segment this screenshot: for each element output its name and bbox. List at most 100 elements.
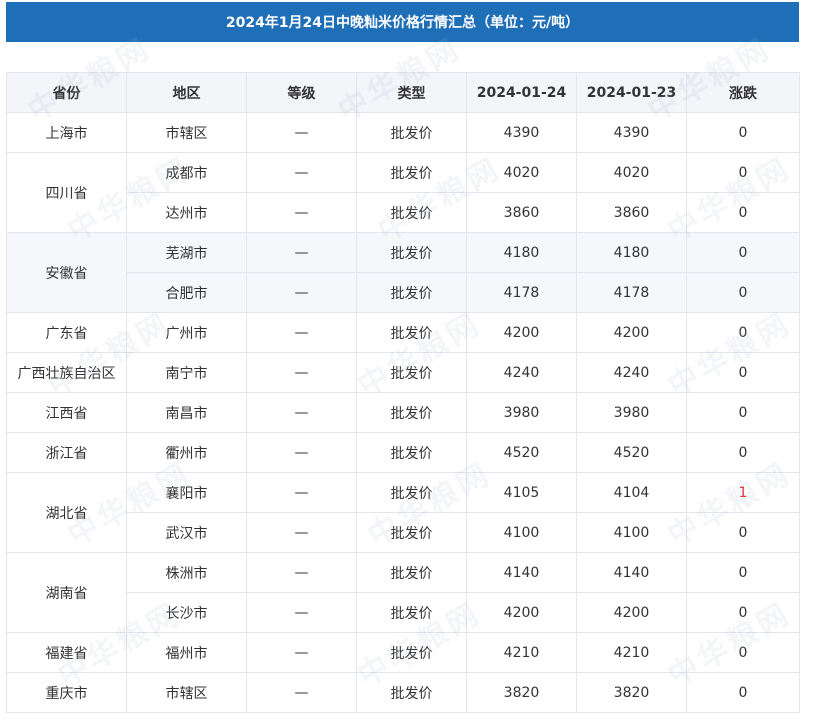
cell-type: 批发价: [356, 432, 467, 473]
cell-type: 批发价: [356, 672, 467, 713]
cell-grade: —: [246, 112, 357, 153]
page-title: 2024年1月24日中晚籼米价格行情汇总（单位：元/吨）: [225, 15, 580, 31]
cell-change: 0: [686, 672, 800, 713]
cell-region: 合肥市: [126, 272, 247, 313]
cell-price-prev: 4210: [576, 632, 687, 673]
cell-change: 0: [686, 312, 800, 353]
header-date-prev: 2024-01-23: [576, 72, 687, 113]
cell-price-prev: 4100: [576, 512, 687, 553]
cell-price-today: 4520: [466, 432, 577, 473]
header-region: 地区: [126, 72, 247, 113]
cell-grade: —: [246, 272, 357, 313]
cell-grade: —: [246, 472, 357, 513]
cell-price-prev: 4390: [576, 112, 687, 153]
cell-type: 批发价: [356, 352, 467, 393]
cell-province: 重庆市: [6, 672, 127, 713]
cell-province: 安徽省: [6, 232, 127, 313]
cell-region: 芜湖市: [126, 232, 247, 273]
cell-region: 南昌市: [126, 392, 247, 433]
cell-price-prev: 3980: [576, 392, 687, 433]
cell-grade: —: [246, 592, 357, 633]
cell-region: 达州市: [126, 192, 247, 233]
cell-price-today: 4200: [466, 312, 577, 353]
cell-price-today: 3820: [466, 672, 577, 713]
table-row: 四川省 成都市 — 批发价 4020 4020 0: [6, 152, 800, 233]
cell-grade: —: [246, 632, 357, 673]
cell-change: 0: [686, 592, 800, 633]
cell-price-today: 3980: [466, 392, 577, 433]
cell-province: 江西省: [6, 392, 127, 433]
cell-province: 四川省: [6, 152, 127, 233]
cell-change: 0: [686, 392, 800, 433]
cell-province: 浙江省: [6, 432, 127, 473]
cell-change: 0: [686, 552, 800, 593]
cell-change: 0: [686, 112, 800, 153]
table-body: 上海市 市辖区 — 批发价 4390 4390 0 四川省 成都市 — 批发价 4020 4020 0 达州…: [6, 112, 800, 713]
cell-type: 批发价: [356, 592, 467, 633]
cell-price-prev: 4180: [576, 232, 687, 273]
table-row: 湖北省 襄阳市 — 批发价 4105 4104 1: [6, 472, 800, 553]
cell-type: 批发价: [356, 552, 467, 593]
header-province: 省份: [6, 72, 127, 113]
cell-region: 衢州市: [126, 432, 247, 473]
cell-province: 广东省: [6, 312, 127, 353]
cell-region: 福州市: [126, 632, 247, 673]
cell-type: 批发价: [356, 112, 467, 153]
cell-change: 0: [686, 152, 800, 193]
cell-grade: —: [246, 432, 357, 473]
cell-price-prev: 4020: [576, 152, 687, 193]
cell-price-prev: 4200: [576, 312, 687, 353]
cell-grade: —: [246, 352, 357, 393]
cell-price-prev: 4200: [576, 592, 687, 633]
cell-grade: —: [246, 552, 357, 593]
cell-region: 武汉市: [126, 512, 247, 553]
cell-change: 0: [686, 232, 800, 273]
cell-change: 0: [686, 192, 800, 233]
cell-type: 批发价: [356, 272, 467, 313]
cell-grade: —: [246, 672, 357, 713]
cell-change: 1: [686, 472, 800, 513]
cell-price-prev: 4240: [576, 352, 687, 393]
cell-region: 襄阳市: [126, 472, 247, 513]
cell-price-prev: 4140: [576, 552, 687, 593]
cell-type: 批发价: [356, 152, 467, 193]
cell-region: 广州市: [126, 312, 247, 353]
header-grade: 等级: [246, 72, 357, 113]
cell-price-prev: 4520: [576, 432, 687, 473]
cell-type: 批发价: [356, 232, 467, 273]
cell-type: 批发价: [356, 392, 467, 433]
cell-price-today: 4020: [466, 152, 577, 193]
table-row: 江西省 南昌市 — 批发价 3980 3980 0: [6, 392, 800, 433]
cell-province: 湖南省: [6, 552, 127, 633]
table-row: 广西壮族自治区 南宁市 — 批发价 4240 4240 0: [6, 352, 800, 393]
cell-price-today: 4100: [466, 512, 577, 553]
cell-type: 批发价: [356, 512, 467, 553]
cell-change: 0: [686, 632, 800, 673]
cell-price-today: 4180: [466, 232, 577, 273]
table-row: 上海市 市辖区 — 批发价 4390 4390 0: [6, 112, 800, 153]
cell-price-today: 4390: [466, 112, 577, 153]
cell-price-today: 4178: [466, 272, 577, 313]
table-row: 福建省 福州市 — 批发价 4210 4210 0: [6, 632, 800, 673]
cell-province: 上海市: [6, 112, 127, 153]
cell-region: 市辖区: [126, 112, 247, 153]
cell-price-today: 4200: [466, 592, 577, 633]
cell-price-today: 4240: [466, 352, 577, 393]
cell-grade: —: [246, 152, 357, 193]
cell-price-prev: 3860: [576, 192, 687, 233]
page-title-bar: 2024年1月24日中晚籼米价格行情汇总（单位：元/吨）: [6, 2, 799, 42]
cell-price-prev: 4178: [576, 272, 687, 313]
table-row: 湖南省 株洲市 — 批发价 4140 4140 0: [6, 552, 800, 633]
table-row: 安徽省 芜湖市 — 批发价 4180 4180 0: [6, 232, 800, 313]
cell-price-today: 4105: [466, 472, 577, 513]
cell-region: 株洲市: [126, 552, 247, 593]
cell-grade: —: [246, 512, 357, 553]
cell-price-prev: 3820: [576, 672, 687, 713]
cell-type: 批发价: [356, 192, 467, 233]
table-row: 重庆市 市辖区 — 批发价 3820 3820 0: [6, 672, 800, 713]
cell-region: 长沙市: [126, 592, 247, 633]
cell-province: 湖北省: [6, 472, 127, 553]
header-row: 省份 地区 等级 类型 2024-01-24 2024-01-23 涨跌: [6, 72, 800, 113]
cell-region: 市辖区: [126, 672, 247, 713]
cell-type: 批发价: [356, 632, 467, 673]
